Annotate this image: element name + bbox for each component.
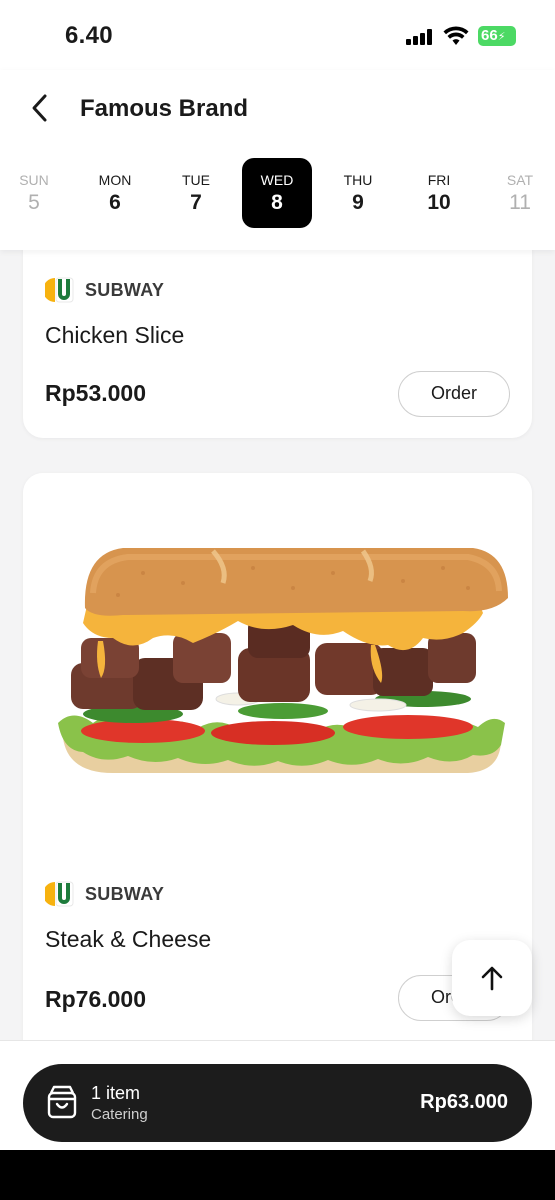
order-button[interactable]: Order [398, 371, 510, 417]
cart-item-count: 1 item [91, 1083, 141, 1103]
day-name: WED [260, 172, 294, 188]
scroll-to-top-button[interactable] [452, 940, 532, 1016]
item-name: Steak & Cheese [45, 926, 212, 952]
status-time: 6.40 [65, 22, 113, 49]
brand-row: SUBWAY [45, 275, 164, 305]
day-fri[interactable]: FRI 10 [404, 158, 474, 228]
cart-bar[interactable]: 1 item Catering Rp63.000 [23, 1064, 532, 1142]
back-arrow-icon[interactable] [26, 90, 54, 126]
sandwich-image [23, 473, 532, 853]
menu-item-card[interactable]: SUBWAY Chicken Slice Rp53.000 Order [23, 230, 532, 438]
app-screen: 6.40 66⚡ Famous Brand SUN 5 MON 6 TUE 7 … [0, 0, 555, 1150]
brand-name: SUBWAY [85, 883, 165, 904]
item-name: Chicken Slice [45, 322, 185, 348]
subway-logo-icon [45, 277, 74, 303]
item-price: Rp53.000 [45, 380, 147, 406]
wifi-icon [443, 26, 469, 45]
day-name: MON [98, 172, 132, 188]
day-wed[interactable]: WED 8 [242, 158, 312, 228]
bottom-bar: 1 item Catering Rp63.000 [0, 1040, 555, 1150]
day-thu[interactable]: THU 9 [323, 158, 393, 228]
day-number: 10 [427, 191, 451, 214]
battery-level: 66 [481, 27, 498, 44]
subway-logo-icon [45, 881, 74, 907]
day-sun[interactable]: SUN 5 [0, 158, 69, 228]
cart-total: Rp63.000 [420, 1091, 508, 1113]
day-number: 8 [271, 191, 283, 214]
brand-row: SUBWAY [45, 879, 164, 909]
day-name: SUN [19, 172, 49, 188]
cart-type: Catering [91, 1106, 148, 1123]
day-name: THU [343, 172, 373, 188]
day-number: 5 [28, 191, 40, 214]
battery-icon: 66⚡ [478, 26, 516, 46]
day-number: 7 [190, 191, 202, 214]
day-mon[interactable]: MON 6 [80, 158, 150, 228]
shopping-bag-icon [47, 1085, 77, 1119]
day-number: 6 [109, 191, 121, 214]
day-sat[interactable]: SAT 11 [485, 158, 555, 228]
page-title: Famous Brand [80, 95, 249, 122]
item-price: Rp76.000 [45, 986, 147, 1012]
brand-name: SUBWAY [85, 279, 165, 300]
status-bar: 6.40 66⚡ [0, 0, 555, 70]
day-tue[interactable]: TUE 7 [161, 158, 231, 228]
arrow-up-icon [481, 966, 503, 991]
day-name: TUE [182, 172, 210, 188]
day-name: FRI [427, 172, 451, 188]
signal-icon [406, 29, 434, 45]
header: Famous Brand SUN 5 MON 6 TUE 7 WED 8 THU… [0, 70, 555, 250]
day-name: SAT [506, 172, 534, 188]
day-number: 9 [352, 191, 364, 214]
day-number: 11 [509, 191, 531, 214]
day-selector: SUN 5 MON 6 TUE 7 WED 8 THU 9 FRI 10 SAT… [0, 158, 555, 228]
